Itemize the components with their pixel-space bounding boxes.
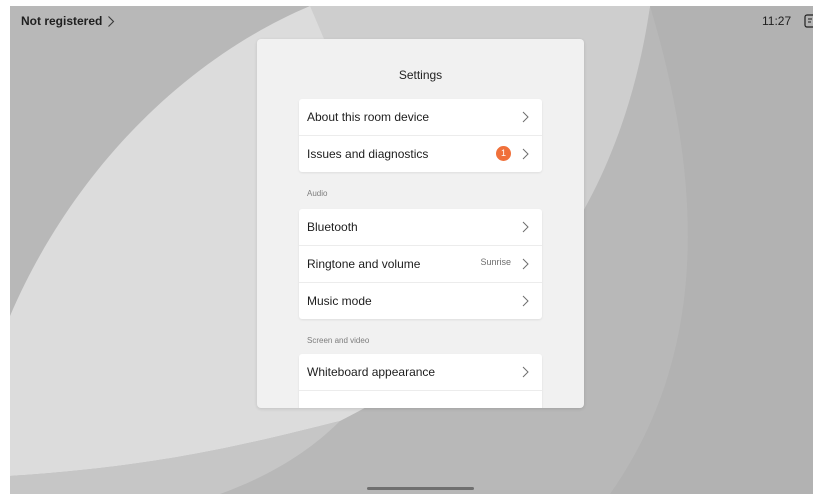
screen-video-section-header: Screen and video bbox=[307, 336, 370, 345]
registration-status-label: Not registered bbox=[21, 14, 103, 28]
home-indicator[interactable] bbox=[367, 487, 474, 490]
audio-group: Bluetooth Ringtone and volume Sunrise Mu… bbox=[299, 209, 542, 319]
chevron-right-icon bbox=[522, 148, 529, 160]
device-screen: Not registered 11:27 Settings About this… bbox=[10, 6, 813, 494]
whiteboard-appearance-item[interactable]: Whiteboard appearance bbox=[299, 354, 542, 390]
clock: 11:27 bbox=[762, 14, 792, 28]
chevron-right-icon bbox=[522, 258, 529, 270]
ringtone-volume-label: Ringtone and volume bbox=[307, 257, 421, 271]
settings-title: Settings bbox=[398, 68, 443, 82]
whiteboard-appearance-label: Whiteboard appearance bbox=[307, 365, 436, 379]
issues-diagnostics-label: Issues and diagnostics bbox=[307, 147, 429, 161]
chevron-right-icon bbox=[522, 221, 529, 233]
bluetooth-item[interactable]: Bluetooth bbox=[299, 209, 542, 245]
next-item-partial[interactable] bbox=[299, 390, 542, 408]
music-mode-item[interactable]: Music mode bbox=[299, 282, 542, 319]
chevron-right-icon bbox=[522, 295, 529, 307]
issues-count-badge: 1 bbox=[496, 146, 511, 161]
settings-panel: Settings About this room device Issues a… bbox=[257, 39, 584, 408]
about-device-label: About this room device bbox=[307, 110, 430, 124]
ringtone-value: Sunrise bbox=[480, 257, 511, 267]
about-device-item[interactable]: About this room device bbox=[299, 99, 542, 135]
general-group: About this room device Issues and diagno… bbox=[299, 99, 542, 172]
music-mode-label: Music mode bbox=[307, 294, 372, 308]
chevron-right-icon bbox=[108, 15, 115, 27]
screen-video-group: Whiteboard appearance bbox=[299, 354, 542, 408]
issues-diagnostics-item[interactable]: Issues and diagnostics 1 bbox=[299, 135, 542, 172]
bluetooth-label: Bluetooth bbox=[307, 220, 358, 234]
audio-section-header: Audio bbox=[307, 189, 328, 198]
clock-menu-icon[interactable] bbox=[804, 14, 813, 28]
registration-status[interactable]: Not registered bbox=[21, 14, 115, 28]
chevron-right-icon bbox=[522, 366, 529, 378]
ringtone-volume-item[interactable]: Ringtone and volume Sunrise bbox=[299, 245, 542, 282]
chevron-right-icon bbox=[522, 111, 529, 123]
